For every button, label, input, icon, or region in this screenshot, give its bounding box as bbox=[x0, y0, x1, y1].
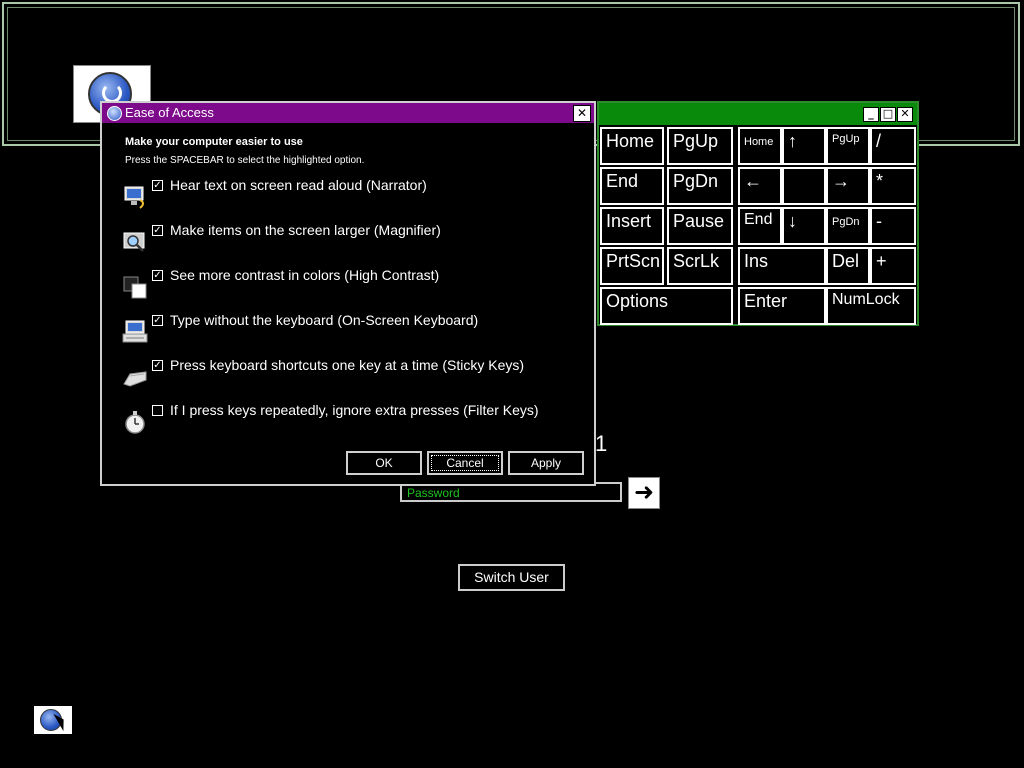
key-ins[interactable]: Ins bbox=[738, 247, 826, 285]
ease-of-access-dialog: Ease of Access ✕ Make your computer easi… bbox=[100, 101, 596, 486]
high-contrast-checkbox[interactable]: ✓ bbox=[152, 270, 163, 281]
key-right-arrow[interactable]: → bbox=[826, 167, 870, 205]
key-pause[interactable]: Pause bbox=[667, 207, 733, 245]
high-contrast-icon bbox=[123, 276, 147, 299]
key-up-arrow[interactable]: ↑ bbox=[782, 127, 826, 165]
key-insert[interactable]: Insert bbox=[600, 207, 664, 245]
key-options[interactable]: Options bbox=[600, 287, 733, 325]
key-slash[interactable]: / bbox=[870, 127, 916, 165]
key-prtscn[interactable]: PrtScn bbox=[600, 247, 664, 285]
key-minus[interactable]: - bbox=[870, 207, 916, 245]
on-screen-keyboard: _ □ ✕ Home PgUp Home ↑ PgUp / End PgDn ←… bbox=[597, 101, 919, 326]
key-home[interactable]: Home bbox=[600, 127, 664, 165]
dialog-subheading: Press the SPACEBAR to select the highlig… bbox=[125, 155, 365, 166]
key-numpad-home[interactable]: Home bbox=[738, 127, 782, 165]
magnifier-icon bbox=[123, 232, 145, 252]
key-asterisk[interactable]: * bbox=[870, 167, 916, 205]
narrator-icon bbox=[124, 186, 144, 209]
filter-keys-checkbox[interactable] bbox=[152, 405, 163, 416]
option-high-contrast[interactable]: ✓ See more contrast in colors (High Cont… bbox=[122, 267, 572, 300]
narrator-checkbox[interactable]: ✓ bbox=[152, 180, 163, 191]
option-narrator[interactable]: ✓ Hear text on screen read aloud (Narrat… bbox=[122, 177, 572, 210]
key-end[interactable]: End bbox=[600, 167, 664, 205]
key-pgup[interactable]: PgUp bbox=[667, 127, 733, 165]
key-del[interactable]: Del bbox=[826, 247, 870, 285]
option-label: Hear text on screen read aloud (Narrator… bbox=[170, 177, 427, 193]
key-plus[interactable]: + bbox=[870, 247, 916, 285]
apply-button[interactable]: Apply bbox=[508, 451, 584, 475]
option-label: Press keyboard shortcuts one key at a ti… bbox=[170, 357, 525, 373]
dialog-title: Ease of Access bbox=[125, 105, 214, 120]
sticky-keys-icon bbox=[123, 371, 147, 387]
ease-of-access-title-icon bbox=[107, 106, 122, 121]
ok-button[interactable]: OK bbox=[346, 451, 422, 475]
key-left-arrow[interactable]: ← bbox=[738, 167, 782, 205]
key-pgdn[interactable]: PgDn bbox=[667, 167, 733, 205]
key-down-arrow[interactable]: ↓ bbox=[782, 207, 826, 245]
ease-of-access-button[interactable] bbox=[34, 706, 72, 734]
option-label: If I press keys repeatedly, ignore extra… bbox=[170, 402, 539, 418]
option-label: See more contrast in colors (High Contra… bbox=[170, 267, 440, 283]
option-filter-keys[interactable]: If I press keys repeatedly, ignore extra… bbox=[122, 402, 572, 435]
sticky-keys-checkbox[interactable]: ✓ bbox=[152, 360, 163, 371]
osk-titlebar[interactable]: _ □ ✕ bbox=[599, 103, 917, 125]
partial-text: 1 bbox=[595, 431, 608, 456]
on-screen-keyboard-checkbox[interactable]: ✓ bbox=[152, 315, 163, 326]
cancel-button[interactable]: Cancel bbox=[427, 451, 503, 475]
dialog-close-button[interactable]: ✕ bbox=[573, 105, 591, 122]
switch-user-button[interactable]: Switch User bbox=[458, 564, 565, 591]
key-numpad-pgdn[interactable]: PgDn bbox=[826, 207, 870, 245]
key-numlock[interactable]: NumLock bbox=[826, 287, 916, 325]
minimize-button[interactable]: _ bbox=[863, 107, 879, 122]
option-label: Type without the keyboard (On-Screen Key… bbox=[170, 312, 479, 328]
magnifier-checkbox[interactable]: ✓ bbox=[152, 225, 163, 236]
submit-arrow-button[interactable]: ➜ bbox=[628, 477, 660, 509]
option-on-screen-keyboard[interactable]: ✓ Type without the keyboard (On-Screen K… bbox=[122, 312, 572, 345]
key-scrlk[interactable]: ScrLk bbox=[667, 247, 733, 285]
key-enter[interactable]: Enter bbox=[738, 287, 826, 325]
option-sticky-keys[interactable]: ✓ Press keyboard shortcuts one key at a … bbox=[122, 357, 572, 390]
option-magnifier[interactable]: ✓ Make items on the screen larger (Magni… bbox=[122, 222, 572, 255]
filter-keys-icon bbox=[125, 411, 145, 434]
osk-close-button[interactable]: ✕ bbox=[897, 107, 913, 122]
dialog-heading: Make your computer easier to use bbox=[125, 136, 303, 148]
key-numpad-pgup[interactable]: PgUp bbox=[826, 127, 870, 165]
key-numpad-5[interactable] bbox=[782, 167, 826, 205]
option-label: Make items on the screen larger (Magnifi… bbox=[170, 222, 441, 238]
keyboard-icon bbox=[122, 320, 148, 343]
maximize-button[interactable]: □ bbox=[880, 107, 896, 122]
key-numpad-end[interactable]: End bbox=[738, 207, 782, 245]
dialog-titlebar[interactable]: Ease of Access ✕ bbox=[102, 103, 594, 123]
